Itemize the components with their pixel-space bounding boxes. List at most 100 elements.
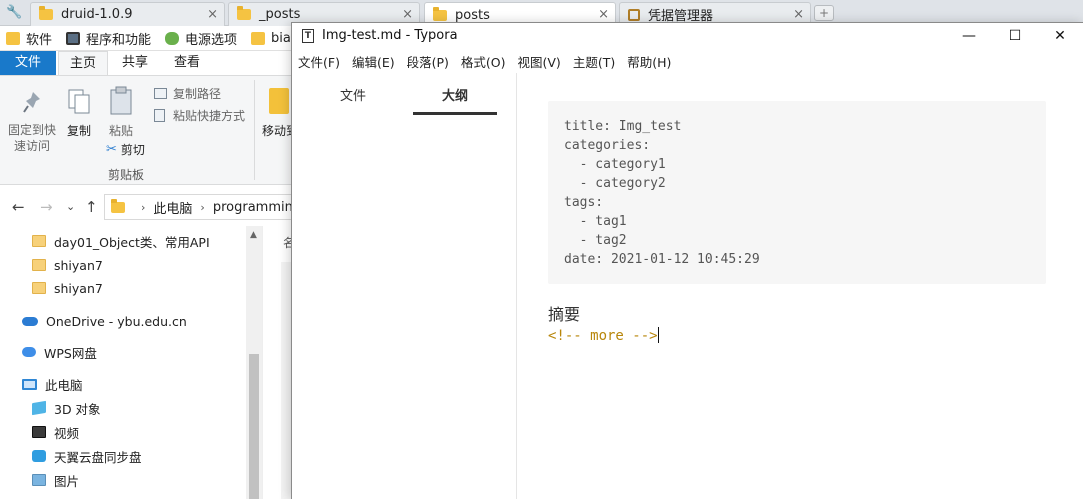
file-list-scrollbar[interactable] (281, 262, 291, 499)
nav-item-day01[interactable]: day01_Object类、常用API (32, 230, 210, 252)
wrench-icon[interactable]: 🔧 (6, 5, 22, 20)
summary-paragraph[interactable]: 摘要 (548, 301, 580, 325)
title-bar[interactable]: T Img-test.md - Typora — ☐ ✕ (292, 23, 1083, 49)
menu-edit[interactable]: 编辑(E) (352, 52, 395, 71)
nav-item-shiyan7[interactable]: shiyan7 (32, 254, 103, 276)
move-to-button[interactable]: 移动到 (262, 82, 298, 152)
text-caret (657, 327, 659, 343)
paste-icon (110, 86, 132, 115)
more-comment-line[interactable]: <!-- more --> (548, 327, 659, 344)
ribbon-divider (254, 80, 255, 180)
address-bar[interactable]: › 此电脑 › programming (104, 194, 304, 220)
breadcrumb-programming[interactable]: programming (213, 200, 301, 215)
window-title: Img-test.md - Typora (322, 28, 458, 43)
video-icon (32, 426, 46, 438)
ribbon-tab-share[interactable]: 共享 (112, 51, 158, 75)
typora-app-icon: T (302, 29, 314, 43)
nav-item-label: 视频 (54, 425, 80, 441)
copy-button[interactable]: 复制 (62, 82, 96, 142)
nav-item-this-pc[interactable]: 此电脑 (22, 373, 83, 395)
tianyi-cloud-icon (32, 450, 46, 462)
up-arrow-icon[interactable]: ↑ (85, 198, 98, 216)
nav-item-videos[interactable]: 视频 (32, 421, 79, 443)
bookmark-software[interactable]: 软件 (6, 29, 52, 48)
bookmark-programs-features[interactable]: 程序和功能 (66, 29, 151, 48)
scrollbar-thumb[interactable] (249, 354, 259, 499)
ribbon-tab-file[interactable]: 文件 (0, 51, 56, 75)
typora-sidebar: 文件 大纲 (292, 73, 517, 499)
nav-item-label: 此电脑 (45, 377, 83, 393)
nav-item-label: 天翼云盘同步盘 (54, 449, 142, 465)
tab-label: druid-1.0.9 (61, 7, 133, 22)
ribbon-tab-home[interactable]: 主页 (58, 51, 108, 75)
tab-files[interactable]: 文件 (311, 85, 395, 115)
tab-outline[interactable]: 大纲 (413, 85, 497, 115)
close-icon[interactable]: × (598, 7, 609, 22)
bookmark-power-options[interactable]: 电源选项 (165, 29, 237, 48)
nav-item-label: day01_Object类、常用API (54, 234, 210, 250)
copy-path-label: 复制路径 (173, 86, 222, 101)
navigation-pane: day01_Object类、常用API shiyan7 shiyan7 OneD… (0, 226, 262, 499)
pin-label: 固定到快速访问 (7, 123, 56, 153)
nav-item-onedrive[interactable]: OneDrive - ybu.edu.cn (22, 310, 187, 332)
breadcrumb-separator-icon: › (141, 200, 146, 214)
browser-tab-druid[interactable]: druid-1.0.9 × (30, 2, 225, 26)
this-pc-icon (22, 378, 37, 390)
copy-icon (68, 89, 90, 114)
menu-view[interactable]: 视图(V) (518, 52, 561, 71)
paste-shortcut-label: 粘贴快捷方式 (173, 108, 246, 123)
folder-icon (32, 259, 46, 271)
cut-button[interactable]: ✂ 剪切 (106, 140, 156, 158)
paste-shortcut-button[interactable]: 粘贴快捷方式 (154, 106, 254, 124)
onedrive-icon (22, 316, 38, 326)
back-arrow-icon[interactable]: ← (12, 198, 25, 216)
new-tab-button[interactable]: + (814, 5, 834, 21)
typora-window: T Img-test.md - Typora — ☐ ✕ 文件(F) 编辑(E)… (291, 22, 1083, 499)
ribbon-tab-view[interactable]: 查看 (164, 51, 210, 75)
file-list-pane: 名 (262, 226, 295, 499)
menu-help[interactable]: 帮助(H) (627, 52, 671, 71)
scroll-up-arrow-icon[interactable]: ▲ (250, 230, 257, 240)
recent-locations-chevron-icon[interactable]: ⌄ (66, 200, 75, 213)
menu-bar: 文件(F) 编辑(E) 段落(P) 格式(O) 视图(V) 主题(T) 帮助(H… (292, 49, 1083, 73)
folder-icon (32, 282, 46, 294)
close-icon[interactable]: × (793, 7, 804, 22)
nav-item-3d-objects[interactable]: 3D 对象 (32, 397, 101, 419)
more-comment-text: <!-- more --> (548, 328, 658, 344)
forward-arrow-icon[interactable]: → (40, 198, 53, 216)
close-button[interactable]: ✕ (1037, 23, 1083, 49)
menu-theme[interactable]: 主题(T) (573, 52, 615, 71)
power-options-icon (165, 31, 180, 45)
breadcrumb-separator-icon: › (200, 200, 205, 214)
3d-objects-icon (32, 400, 46, 416)
folder-icon (111, 198, 125, 213)
nav-item-label: shiyan7 (54, 280, 103, 296)
breadcrumb-this-pc[interactable]: 此电脑 (153, 198, 192, 217)
close-icon[interactable]: × (207, 7, 218, 22)
nav-item-label: 图片 (54, 473, 80, 489)
menu-format[interactable]: 格式(O) (461, 52, 506, 71)
scissors-icon: ✂ (106, 141, 117, 157)
folder-icon (237, 6, 251, 20)
pin-quick-access-button[interactable]: 固定到快速访问 (4, 82, 60, 162)
minimize-button[interactable]: — (946, 23, 992, 49)
copy-path-button[interactable]: 复制路径 (154, 84, 250, 102)
folder-icon (39, 6, 53, 20)
tab-label: posts (455, 7, 490, 23)
nav-item-shiyan7-second[interactable]: shiyan7 (32, 277, 103, 299)
nav-pane-scrollbar[interactable]: ▲ (246, 226, 262, 499)
nav-item-wps-cloud[interactable]: WPS网盘 (22, 341, 97, 363)
menu-file[interactable]: 文件(F) (298, 52, 340, 71)
paste-button[interactable]: 粘贴 (104, 82, 138, 142)
close-icon[interactable]: × (402, 7, 413, 22)
control-panel-icon (66, 31, 81, 45)
nav-item-tianyi-cloud[interactable]: 天翼云盘同步盘 (32, 445, 142, 467)
nav-item-pictures[interactable]: 图片 (32, 469, 79, 491)
copy-path-icon (154, 87, 167, 99)
pin-icon (23, 92, 40, 113)
menu-paragraph[interactable]: 段落(P) (407, 52, 449, 71)
editor-area[interactable]: title: Img_test categories: - category1 … (518, 73, 1083, 499)
bookmark-label: 软件 (26, 32, 53, 48)
yaml-front-matter-block[interactable]: title: Img_test categories: - category1 … (548, 101, 1046, 284)
maximize-button[interactable]: ☐ (992, 23, 1038, 49)
